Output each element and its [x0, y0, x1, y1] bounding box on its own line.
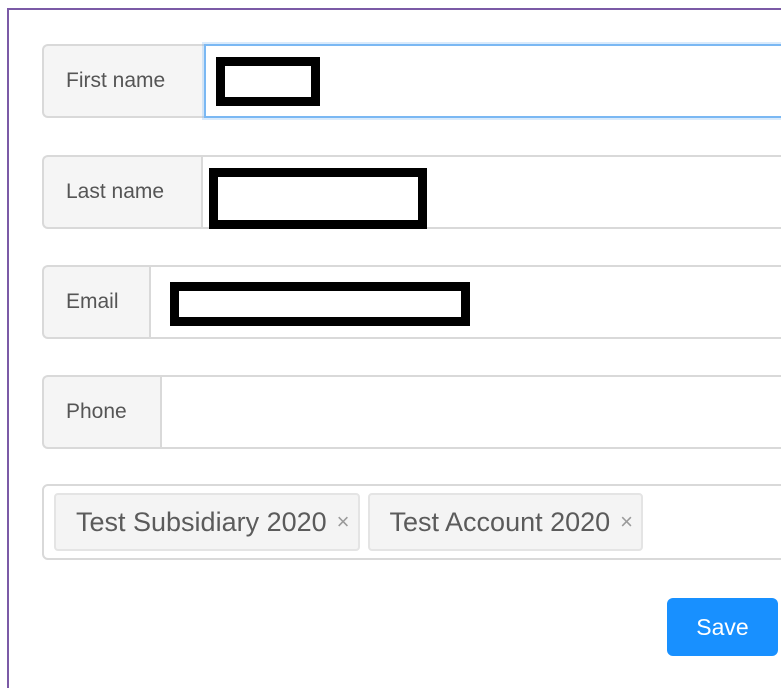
tag-label: Test Account 2020 [389, 506, 611, 537]
last-name-group: Last name [42, 155, 781, 229]
first-name-field[interactable] [204, 44, 781, 118]
close-icon[interactable]: × [620, 509, 633, 535]
tag-test-account-2020: Test Account 2020 × [367, 493, 644, 551]
tag-test-subsidiary-2020: Test Subsidiary 2020 × [54, 493, 360, 551]
phone-field[interactable] [160, 375, 781, 449]
first-name-group: First name [42, 44, 781, 118]
phone-input[interactable] [162, 377, 781, 447]
tag-label: Test Subsidiary 2020 [76, 506, 327, 537]
last-name-label: Last name [42, 155, 201, 229]
tag-select[interactable]: Test Subsidiary 2020 × Test Account 2020… [42, 484, 781, 560]
last-name-redaction [209, 168, 427, 229]
phone-group: Phone [42, 375, 781, 449]
email-label: Email [42, 265, 149, 339]
first-name-label: First name [42, 44, 204, 118]
close-icon[interactable]: × [337, 509, 350, 535]
email-group: Email [42, 265, 781, 339]
email-field[interactable] [149, 265, 781, 339]
email-redaction [170, 282, 470, 326]
last-name-field[interactable] [201, 155, 781, 229]
save-button[interactable]: Save [667, 598, 778, 656]
phone-label: Phone [42, 375, 160, 449]
first-name-redaction [216, 57, 320, 106]
